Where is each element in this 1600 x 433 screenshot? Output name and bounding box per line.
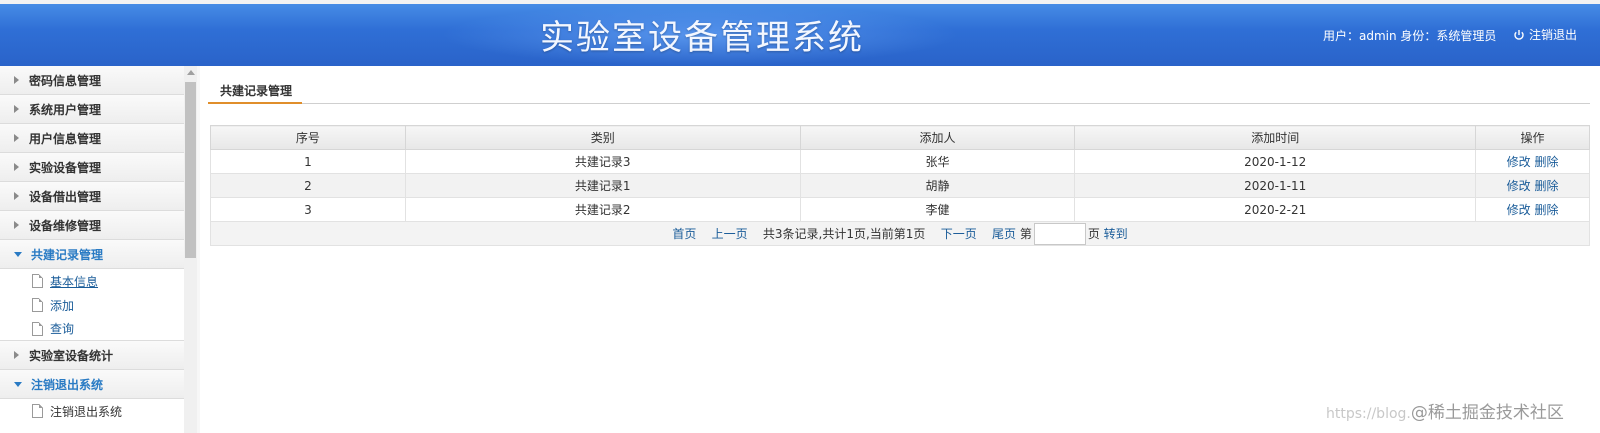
- goto-page-link[interactable]: 转到: [1104, 225, 1128, 242]
- document-icon: [32, 274, 43, 288]
- pagination-row: 首页 上一页 共3条记录,共计1页,当前第1页 下一页 尾页 第 页 转到: [210, 221, 1590, 246]
- sidebar-item-label: 设备维修管理: [29, 218, 102, 233]
- tab-bar: 共建记录管理: [208, 80, 1590, 104]
- sidebar-item-label: 设备借出管理: [29, 189, 102, 204]
- table-row: 1 共建记录3 张华 2020-1-12 修改 删除: [210, 149, 1590, 174]
- caret-right-icon: [14, 221, 19, 229]
- column-header: 添加时间: [1074, 125, 1477, 150]
- cell-adder: 张华: [799, 149, 1076, 174]
- sidebar-subitem-label: 注销退出系统: [50, 404, 123, 419]
- caret-right-icon: [14, 105, 19, 113]
- records-table: 序号 类别 添加人 添加时间 操作 1 共建记录3 张华 2020-1-12 修…: [210, 125, 1590, 246]
- column-header: 操作: [1475, 125, 1590, 150]
- cell-no: 3: [210, 197, 406, 222]
- scrollbar-thumb[interactable]: [185, 82, 196, 258]
- cell-no: 2: [210, 173, 406, 198]
- document-icon: [32, 404, 43, 418]
- watermark: https://blog.@稀土掘金技术社区: [1326, 398, 1564, 423]
- sidebar-item-label: 实验设备管理: [29, 160, 102, 175]
- watermark-url: https://blog.: [1326, 406, 1411, 422]
- prev-page-link[interactable]: 上一页: [712, 225, 748, 242]
- column-header: 序号: [210, 125, 406, 150]
- main-content: 共建记录管理 序号 类别 添加人 添加时间 操作 1 共建记录3 张华 2020…: [208, 66, 1592, 433]
- page-suffix: 页: [1087, 227, 1100, 241]
- column-header: 类别: [404, 125, 801, 150]
- sidebar-menu: 密码信息管理 系统用户管理 用户信息管理 实验设备管理 设备借出管理 设备维修管…: [0, 66, 184, 433]
- page-prefix: 第: [1019, 227, 1032, 241]
- next-page-link[interactable]: 下一页: [941, 225, 977, 242]
- pagination: 首页 上一页 共3条记录,共计1页,当前第1页 下一页 尾页 第 页 转到: [672, 222, 1128, 245]
- table-header-row: 序号 类别 添加人 添加时间 操作: [210, 125, 1590, 150]
- sidebar-subitem-label: 添加: [50, 298, 75, 313]
- cell-no: 1: [210, 149, 406, 174]
- caret-right-icon: [14, 163, 19, 171]
- sidebar-item-user-info[interactable]: 用户信息管理: [0, 124, 184, 153]
- cell-time: 2020-1-12: [1074, 149, 1477, 174]
- column-header: 添加人: [799, 125, 1076, 150]
- delete-link[interactable]: 删除: [1534, 179, 1558, 193]
- cell-category: 共建记录1: [404, 173, 801, 198]
- caret-right-icon: [14, 192, 19, 200]
- pagination-summary: 共3条记录,共计1页,当前第1页: [762, 227, 926, 241]
- sidebar: 密码信息管理 系统用户管理 用户信息管理 实验设备管理 设备借出管理 设备维修管…: [0, 66, 200, 433]
- logout-label: 注销退出: [1529, 28, 1578, 42]
- scroll-up-icon[interactable]: [187, 70, 195, 75]
- watermark-brand: @稀土掘金技术社区: [1410, 403, 1564, 423]
- sidebar-item-label: 密码信息管理: [29, 73, 102, 88]
- logout-button[interactable]: 注销退出: [1513, 26, 1577, 43]
- sidebar-subitem-label: 查询: [50, 322, 75, 336]
- cell-category: 共建记录2: [404, 197, 801, 222]
- tab-coop-records[interactable]: 共建记录管理: [208, 80, 303, 104]
- edit-link[interactable]: 修改: [1507, 179, 1531, 193]
- sidebar-subitem-logout[interactable]: 注销退出系统: [0, 399, 184, 423]
- edit-link[interactable]: 修改: [1507, 203, 1531, 217]
- sidebar-item-password[interactable]: 密码信息管理: [0, 66, 184, 95]
- table-row: 3 共建记录2 李健 2020-2-21 修改 删除: [210, 197, 1590, 222]
- caret-right-icon: [14, 76, 19, 84]
- table-row: 2 共建记录1 胡静 2020-1-11 修改 删除: [210, 173, 1590, 198]
- sidebar-item-label: 实验室设备统计: [29, 348, 114, 363]
- sidebar-subitem-label: 基本信息: [50, 274, 99, 289]
- cell-actions: 修改 删除: [1475, 173, 1590, 198]
- sidebar-item-label: 系统用户管理: [29, 102, 102, 117]
- sidebar-subitem-basic-info[interactable]: 基本信息: [0, 269, 184, 293]
- cell-actions: 修改 删除: [1475, 149, 1590, 174]
- delete-link[interactable]: 删除: [1534, 155, 1558, 169]
- sidebar-scrollbar[interactable]: [184, 66, 197, 433]
- document-icon: [32, 321, 43, 336]
- edit-link[interactable]: 修改: [1507, 155, 1531, 169]
- caret-down-icon: [14, 251, 22, 257]
- sidebar-item-system-users[interactable]: 系统用户管理: [0, 95, 184, 124]
- sidebar-item-label: 共建记录管理: [31, 247, 104, 262]
- sidebar-item-label: 注销退出系统: [31, 377, 104, 392]
- sidebar-item-equipment-lending[interactable]: 设备借出管理: [0, 182, 184, 211]
- cell-actions: 修改 删除: [1475, 197, 1590, 222]
- caret-right-icon: [14, 351, 19, 359]
- cell-time: 2020-2-21: [1074, 197, 1477, 222]
- page-number-input[interactable]: [1033, 222, 1086, 245]
- cell-category: 共建记录3: [404, 149, 801, 174]
- cell-time: 2020-1-11: [1074, 173, 1477, 198]
- first-page-link[interactable]: 首页: [672, 225, 696, 242]
- pagination-cell: 首页 上一页 共3条记录,共计1页,当前第1页 下一页 尾页 第 页 转到: [210, 221, 1590, 246]
- caret-down-icon: [14, 381, 22, 387]
- last-page-link[interactable]: 尾页: [992, 225, 1016, 242]
- power-icon: [1514, 29, 1524, 40]
- sidebar-item-lab-stats[interactable]: 实验室设备统计: [0, 341, 184, 370]
- cell-adder: 胡静: [799, 173, 1076, 198]
- user-info: 用户：admin 身份：系统管理员: [1323, 29, 1497, 43]
- delete-link[interactable]: 删除: [1534, 203, 1558, 217]
- sidebar-item-label: 用户信息管理: [29, 131, 102, 146]
- sidebar-item-coop-records[interactable]: 共建记录管理: [0, 240, 184, 269]
- sidebar-item-logout-system[interactable]: 注销退出系统: [0, 370, 184, 399]
- app-header: 实验室设备管理系统 用户：admin 身份：系统管理员 注销退出: [0, 0, 1600, 66]
- cell-adder: 李健: [799, 197, 1076, 222]
- sidebar-item-lab-equipment[interactable]: 实验设备管理: [0, 153, 184, 182]
- sidebar-subitem-query[interactable]: 查询: [0, 317, 184, 341]
- document-icon: [32, 298, 43, 312]
- caret-right-icon: [14, 134, 19, 142]
- app-title: 实验室设备管理系统: [540, 18, 864, 58]
- sidebar-item-equipment-repair[interactable]: 设备维修管理: [0, 211, 184, 240]
- sidebar-subitem-add[interactable]: 添加: [0, 293, 184, 317]
